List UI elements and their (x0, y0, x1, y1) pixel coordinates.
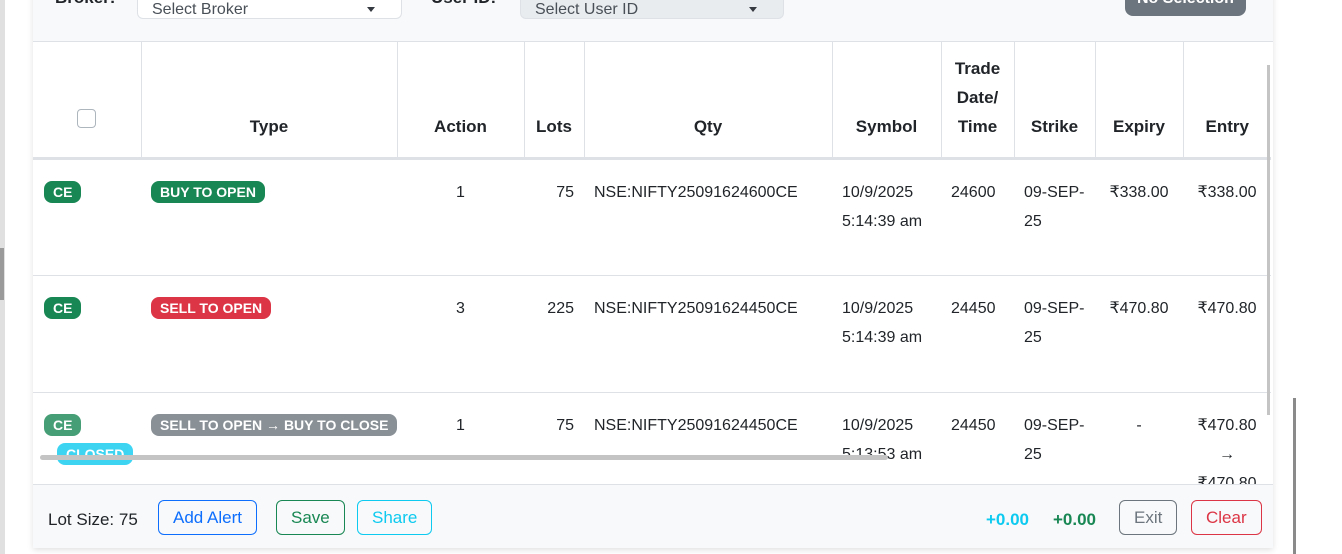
selection-badge: No Selection (1125, 0, 1246, 16)
column-header: Entry (1183, 42, 1271, 160)
select-all-header (33, 42, 142, 160)
select-all-checkbox[interactable] (77, 108, 97, 128)
pnl-value-primary: +0.00 (986, 510, 1030, 529)
option-type-badge: CE (44, 296, 82, 319)
option-type-cell: CE CLOSED (33, 392, 141, 484)
current-price-cell: ₹470.80 (1183, 275, 1271, 393)
broker-select[interactable]: Select Broker (137, 0, 402, 19)
broker-label: Broker: (55, 0, 115, 8)
add-alert-button[interactable]: Add Alert (158, 500, 257, 535)
horizontal-scrollbar[interactable] (40, 455, 888, 460)
share-button[interactable]: Share (357, 500, 433, 535)
qty-cell: 225 (524, 275, 584, 393)
table-row[interactable]: CE BUY TO OPEN 1 75 NSE:NIFTY25091624600CE 10… (33, 158, 1271, 276)
column-header: Strike (1014, 42, 1096, 160)
expiry-cell: 09-SEP-25 (1014, 275, 1095, 393)
lot-size: Lot Size: 75 (48, 510, 138, 529)
trade-type-badge: BUY TO OPEN (151, 180, 265, 203)
pnl-value-secondary: +0.00 (1053, 510, 1097, 529)
exit-button[interactable]: Exit (1119, 500, 1178, 535)
positions-table: Type Action Lots Qty Symbol Trade Date/ Time S… (33, 42, 1271, 484)
current-price-cell: ₹338.00 (1183, 158, 1271, 276)
chevron-down-icon (367, 7, 375, 12)
trade-type-badge: SELL TO OPEN → BUY TO CLOSE (151, 413, 398, 436)
expiry-cell: 09-SEP-25 (1014, 158, 1095, 276)
entry-cell: - (1095, 392, 1183, 484)
column-header: Action (397, 42, 525, 160)
qty-cell: 75 (524, 158, 584, 276)
status-badge: CLOSED (57, 442, 134, 465)
trade-datetime-cell: 10/9/2025 5:13:53 am (832, 392, 941, 484)
entry-cell: ₹338.00 (1095, 158, 1183, 276)
option-type-badge: CE (44, 413, 82, 436)
strike-cell: 24450 (941, 392, 1014, 484)
lots-cell: 3 (397, 275, 524, 393)
column-header: Qty (584, 42, 833, 160)
column-header: Symbol (832, 42, 942, 160)
column-header: Lots (524, 42, 585, 160)
strike-cell: 24450 (941, 275, 1014, 393)
page-scrollbar[interactable] (1293, 398, 1296, 554)
vertical-scrollbar[interactable] (1267, 65, 1270, 415)
positions-table-scroll[interactable]: Type Action Lots Qty Symbol Trade Date/ Time S… (33, 42, 1273, 484)
type-cell: BUY TO OPEN (141, 158, 397, 276)
filter-bar: Broker: Select Broker User ID: Select Us… (33, 0, 1273, 42)
column-header: Type (141, 42, 398, 160)
type-cell: SELL TO OPEN (141, 275, 397, 393)
user-id-label: User ID: (431, 0, 496, 8)
entry-cell: ₹470.80 (1095, 275, 1183, 393)
left-resize-handle[interactable] (0, 248, 4, 300)
table-row[interactable]: CE CLOSED SELL TO OPEN → BUY TO CLOSE 1 75 NS… (33, 392, 1271, 484)
option-type-badge: CE (44, 180, 82, 203)
save-button[interactable]: Save (276, 500, 345, 535)
trade-type-badge: SELL TO OPEN (151, 296, 272, 319)
option-type-cell: CE (33, 158, 141, 276)
footer-bar: Lot Size: 75 Add Alert Save Share +0.00 … (33, 484, 1273, 548)
lots-cell: 1 (397, 158, 524, 276)
symbol-cell: NSE:NIFTY25091624600CE (584, 158, 832, 276)
symbol-cell: NSE:NIFTY25091624450CE (584, 392, 832, 484)
lots-cell: 1 (397, 392, 524, 484)
user-id-select-value: Select User ID (535, 1, 639, 18)
symbol-cell: NSE:NIFTY25091624450CE (584, 275, 832, 393)
chevron-down-icon (749, 7, 757, 12)
clear-button[interactable]: Clear (1191, 500, 1262, 535)
trade-datetime-cell: 10/9/2025 5:14:39 am (832, 158, 941, 276)
column-header: Expiry (1095, 42, 1184, 160)
option-type-cell: CE (33, 275, 141, 393)
expiry-cell: 09-SEP-25 (1014, 392, 1095, 484)
type-cell: SELL TO OPEN → BUY TO CLOSE (141, 392, 398, 484)
current-price-cell: ₹470.80 → ₹470.80 (1183, 392, 1271, 484)
qty-cell: 75 (524, 392, 584, 484)
trade-datetime-cell: 10/9/2025 5:14:39 am (832, 275, 941, 393)
broker-select-value: Select Broker (152, 1, 249, 18)
positions-card: Broker: Select Broker User ID: Select Us… (33, 0, 1273, 548)
column-header: Trade Date/ Time (941, 42, 1015, 160)
user-id-select[interactable]: Select User ID (520, 0, 784, 19)
strike-cell: 24600 (941, 158, 1014, 276)
table-row[interactable]: CE SELL TO OPEN 3 225 NSE:NIFTY25091624450CE… (33, 275, 1271, 393)
